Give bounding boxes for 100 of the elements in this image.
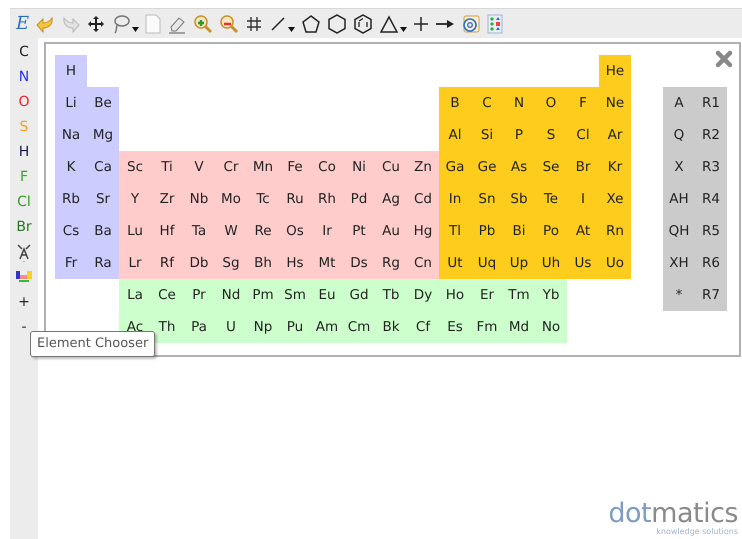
element-cell[interactable]: Md (503, 311, 535, 343)
line-icon[interactable] (269, 14, 288, 32)
element-cell[interactable]: Mn (247, 151, 279, 183)
element-cell[interactable]: Ar (599, 119, 631, 151)
element-cell[interactable]: U (215, 311, 247, 343)
element-cell[interactable]: Ds (343, 247, 375, 279)
element-cell[interactable]: * (663, 279, 695, 311)
element-cell[interactable]: Ru (279, 183, 311, 215)
arrow-icon[interactable] (435, 18, 456, 30)
element-cell[interactable]: Li (55, 87, 87, 119)
element-cell[interactable]: Eu (311, 279, 343, 311)
element-cell[interactable]: Ra (87, 247, 119, 279)
element-cell[interactable]: Os (279, 215, 311, 247)
element-cell[interactable]: H (55, 55, 87, 87)
element-cell[interactable]: Rh (311, 183, 343, 215)
element-cell[interactable]: Er (471, 279, 503, 311)
element-cell[interactable]: Cm (343, 311, 375, 343)
any-atom-icon[interactable] (16, 242, 32, 262)
element-cell[interactable]: Pa (183, 311, 215, 343)
atom-button[interactable]: O (18, 90, 30, 115)
element-cell[interactable]: Lu (119, 215, 151, 247)
element-cell[interactable]: Up (503, 247, 535, 279)
element-cell[interactable]: Se (535, 151, 567, 183)
element-cell[interactable]: C (471, 87, 503, 119)
element-cell[interactable]: Q (663, 119, 695, 151)
element-cell[interactable]: Mg (87, 119, 119, 151)
element-cell[interactable]: Sb (503, 183, 535, 215)
element-cell[interactable]: Xe (599, 183, 631, 215)
element-cell[interactable]: Zn (407, 151, 439, 183)
element-cell[interactable]: Tm (503, 279, 535, 311)
element-cell[interactable]: Cf (407, 311, 439, 343)
triangle-icon[interactable] (379, 14, 400, 32)
element-cell[interactable]: Es (439, 311, 471, 343)
atom-button[interactable]: C (19, 40, 29, 65)
element-cell[interactable]: No (535, 311, 567, 343)
element-cell[interactable]: Ta (183, 215, 215, 247)
element-cell[interactable]: Po (535, 215, 567, 247)
element-cell[interactable]: R6 (695, 247, 727, 279)
element-cell[interactable]: Fm (471, 311, 503, 343)
zoom-button[interactable]: + (18, 290, 30, 315)
element-cell[interactable]: Cl (567, 119, 599, 151)
element-cell[interactable]: Hs (279, 247, 311, 279)
element-cell[interactable]: Bk (375, 311, 407, 343)
zoom-button[interactable]: - (21, 315, 27, 340)
hexagon-icon[interactable] (327, 14, 348, 34)
element-cell[interactable]: Pm (247, 279, 279, 311)
element-cell[interactable]: Pd (343, 183, 375, 215)
element-cell[interactable]: B (439, 87, 471, 119)
element-cell[interactable]: Tc (247, 183, 279, 215)
element-cell[interactable]: Rg (375, 247, 407, 279)
element-cell[interactable]: La (119, 279, 151, 311)
element-cell[interactable]: Mt (311, 247, 343, 279)
grid-icon[interactable] (245, 14, 264, 32)
pentagon-icon[interactable] (301, 14, 322, 34)
element-cell[interactable]: R7 (695, 279, 727, 311)
element-cell[interactable]: Bi (503, 215, 535, 247)
element-cell[interactable]: Be (87, 87, 119, 119)
element-cell[interactable]: Kr (599, 151, 631, 183)
element-cell[interactable]: Cu (375, 151, 407, 183)
element-cell[interactable]: Rf (151, 247, 183, 279)
element-cell[interactable]: Cd (407, 183, 439, 215)
move-icon[interactable] (87, 14, 106, 32)
element-cell[interactable]: Hg (407, 215, 439, 247)
element-cell[interactable]: P (503, 119, 535, 151)
element-cell[interactable]: Ge (471, 151, 503, 183)
element-cell[interactable]: At (567, 215, 599, 247)
element-cell[interactable]: Ir (311, 215, 343, 247)
element-cell[interactable]: Al (439, 119, 471, 151)
element-cell[interactable]: Ti (151, 151, 183, 183)
element-cell[interactable]: Na (55, 119, 87, 151)
caret-icon[interactable] (288, 27, 296, 32)
element-cell[interactable]: R4 (695, 183, 727, 215)
element-cell[interactable]: Pr (183, 279, 215, 311)
element-cell[interactable]: Hf (151, 215, 183, 247)
element-cell[interactable]: As (503, 151, 535, 183)
element-cell[interactable]: Zr (151, 183, 183, 215)
element-cell[interactable]: He (599, 55, 631, 87)
element-cell[interactable]: Nb (183, 183, 215, 215)
element-cell[interactable]: Ni (343, 151, 375, 183)
element-cell[interactable]: Te (535, 183, 567, 215)
close-icon[interactable] (715, 50, 733, 68)
element-cell[interactable]: Uq (471, 247, 503, 279)
atom-button[interactable]: Br (16, 215, 32, 240)
element-cell[interactable]: Gd (343, 279, 375, 311)
element-cell[interactable]: Fe (279, 151, 311, 183)
element-cell[interactable]: Ba (87, 215, 119, 247)
element-cell[interactable]: I (567, 183, 599, 215)
element-cell[interactable]: K (55, 151, 87, 183)
zoom-out-icon[interactable] (219, 14, 240, 34)
element-cell[interactable]: Ca (87, 151, 119, 183)
element-cell[interactable]: Ga (439, 151, 471, 183)
caret-icon[interactable] (132, 27, 140, 32)
element-cell[interactable]: Y (119, 183, 151, 215)
element-cell[interactable]: O (535, 87, 567, 119)
element-cell[interactable]: V (183, 151, 215, 183)
element-cell[interactable]: Sc (119, 151, 151, 183)
element-cell[interactable]: XH (663, 247, 695, 279)
element-cell[interactable]: R5 (695, 215, 727, 247)
element-cell[interactable]: Sr (87, 183, 119, 215)
element-cell[interactable]: W (215, 215, 247, 247)
